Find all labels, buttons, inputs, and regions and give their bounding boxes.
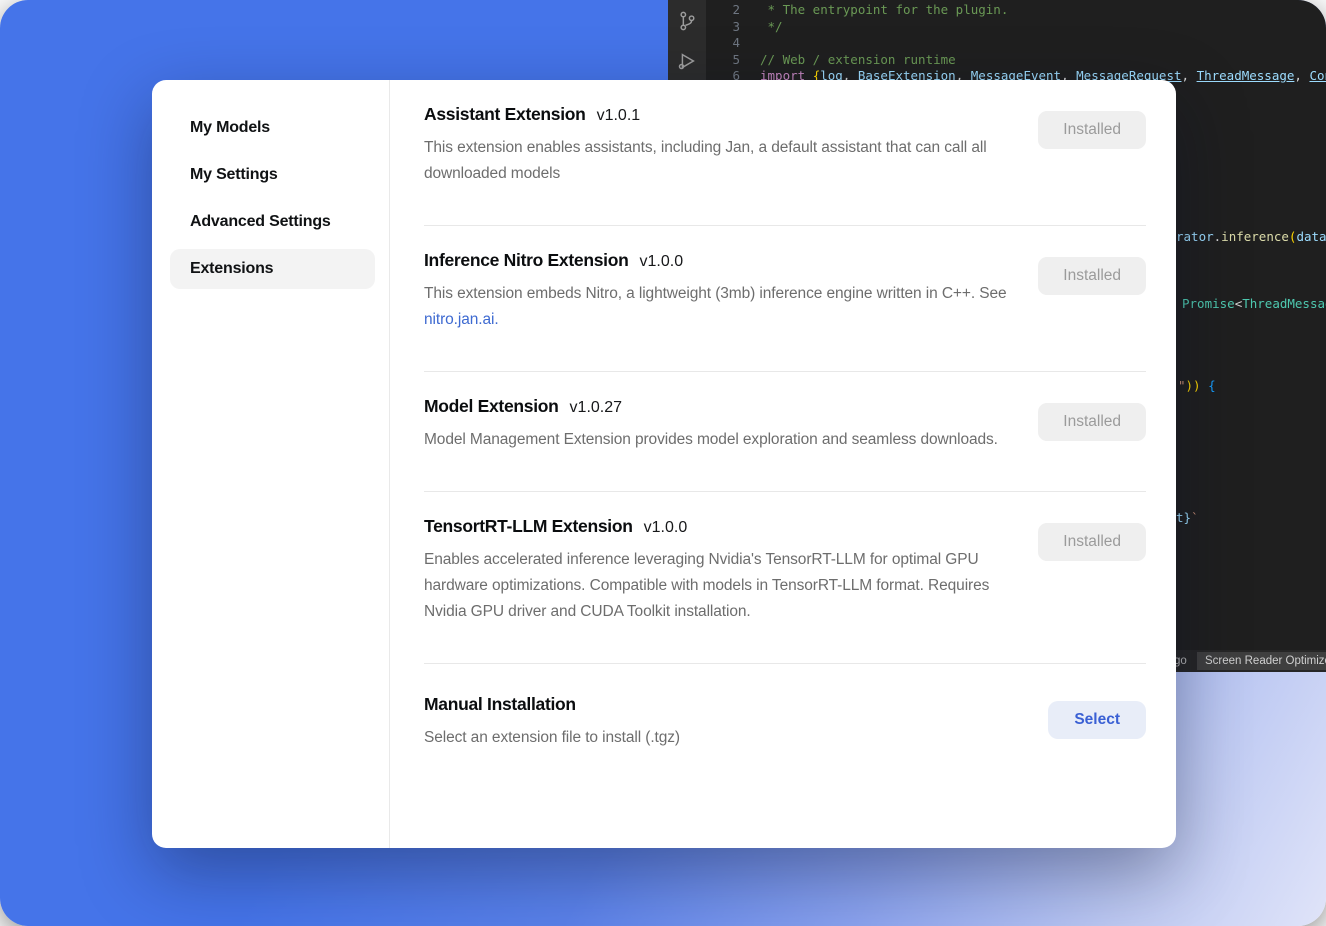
code-token: * The entrypoint for the plugin. (760, 2, 1008, 17)
code-token: , (1294, 68, 1309, 83)
settings-sidebar: My Models My Settings Advanced Settings Ext… (152, 80, 390, 848)
extension-row: Model Extension v1.0.27 Model Management E… (424, 372, 1146, 492)
extension-title-line: Model Extension v1.0.27 (424, 396, 1012, 417)
code-token: " (1178, 378, 1186, 393)
code-token: { (1208, 378, 1216, 393)
code-token (1201, 378, 1209, 393)
select-button[interactable]: Select (1048, 701, 1146, 739)
code-line: 5 // Web / extension runtime (706, 52, 1326, 69)
code-token: Promise (1182, 296, 1235, 311)
description-text: This extension enables assistants, inclu… (424, 139, 987, 182)
description-text: Model Management Extension provides mode… (424, 431, 998, 448)
code-line: 2 * The entrypoint for the plugin. (706, 2, 1326, 19)
line-number: 5 (706, 52, 740, 69)
extension-description: This extension embeds Nitro, a lightweig… (424, 281, 1012, 333)
code-line: 4 (706, 35, 1326, 52)
sidebar-item-my-settings[interactable]: My Settings (170, 155, 375, 195)
code-token: , (1182, 68, 1197, 83)
code-text: */ (760, 19, 783, 36)
code-token: rator (1176, 229, 1214, 244)
extension-title-line: Inference Nitro Extension v1.0.0 (424, 250, 1012, 271)
extension-row: Manual Installation Select an extension f… (424, 664, 1146, 789)
code-fragment: rator.inference(data)); (1176, 229, 1326, 244)
extension-title-line: Manual Installation (424, 694, 1012, 715)
sidebar-item-advanced-settings[interactable]: Advanced Settings (170, 202, 375, 242)
code-text: // Web / extension runtime (760, 52, 956, 69)
extension-info: Model Extension v1.0.27 Model Management E… (424, 396, 1012, 453)
extension-description: This extension enables assistants, inclu… (424, 135, 1012, 187)
code-token: inference (1221, 229, 1289, 244)
code-token: ContentType (1309, 68, 1326, 83)
extension-description: Model Management Extension provides mode… (424, 427, 1012, 453)
extension-name: Model Extension (424, 396, 559, 417)
sidebar-item-extensions[interactable]: Extensions (170, 249, 375, 289)
line-number: 2 (706, 2, 740, 19)
line-number: 4 (706, 35, 740, 52)
extension-description: Select an extension file to install (.tg… (424, 725, 1012, 751)
code-fragment: Promise<ThreadMessage> (1182, 296, 1326, 311)
code-token: // Web / extension runtime (760, 52, 956, 67)
line-number: 3 (706, 19, 740, 36)
code-token: t} (1176, 510, 1191, 525)
code-token: data (1296, 229, 1326, 244)
extension-info: TensortRT-LLM Extension v1.0.0 Enables acc… (424, 516, 1012, 625)
description-text: Enables accelerated inference leveraging… (424, 551, 989, 620)
extensions-list: Assistant Extension v1.0.1 This extension … (390, 80, 1176, 848)
extension-title-line: Assistant Extension v1.0.1 (424, 104, 1012, 125)
code-token: */ (760, 19, 783, 34)
code-token: ` (1191, 510, 1199, 525)
description-text: Select an extension file to install (.tg… (424, 729, 680, 746)
sidebar-list: My Models My Settings Advanced Settings Ext… (170, 108, 375, 289)
extension-info: Manual Installation Select an extension f… (424, 694, 1012, 751)
code-token: ThreadMessage (1242, 296, 1326, 311)
extension-info: Inference Nitro Extension v1.0.0 This exte… (424, 250, 1012, 333)
run-debug-icon[interactable] (676, 50, 698, 72)
extension-name: Assistant Extension (424, 104, 586, 125)
extension-row: TensortRT-LLM Extension v1.0.0 Enables acc… (424, 492, 1146, 664)
extension-name: TensortRT-LLM Extension (424, 516, 633, 537)
code-fragment: ")) { (1178, 378, 1216, 393)
code-token: ThreadMessage (1197, 68, 1295, 83)
extension-row: Inference Nitro Extension v1.0.0 This exte… (424, 226, 1146, 372)
screen-reader-optimized-chip[interactable]: Screen Reader Optimized (1197, 652, 1326, 670)
code-token: )) (1186, 378, 1201, 393)
extension-version: v1.0.27 (570, 399, 622, 417)
installed-button[interactable]: Installed (1038, 111, 1146, 149)
source-control-icon[interactable] (676, 10, 698, 32)
code-line: 3 */ (706, 19, 1326, 36)
extension-version: v1.0.0 (644, 519, 688, 537)
extension-info: Assistant Extension v1.0.1 This extension … (424, 104, 1012, 187)
code-lines: 2 * The entrypoint for the plugin.3 */45… (706, 2, 1326, 85)
code-text: * The entrypoint for the plugin. (760, 2, 1008, 19)
extension-name: Inference Nitro Extension (424, 250, 629, 271)
extension-version: v1.0.1 (597, 107, 641, 125)
extension-description: Enables accelerated inference leveraging… (424, 547, 1012, 625)
extension-version: v1.0.0 (640, 253, 684, 271)
code-fragment: t}` (1176, 510, 1199, 525)
sidebar-item-my-models[interactable]: My Models (170, 108, 375, 148)
installed-button[interactable]: Installed (1038, 403, 1146, 441)
description-text: This extension embeds Nitro, a lightweig… (424, 285, 1007, 302)
settings-modal: My Models My Settings Advanced Settings Ext… (152, 80, 1176, 848)
installed-button[interactable]: Installed (1038, 523, 1146, 561)
extension-title-line: TensortRT-LLM Extension v1.0.0 (424, 516, 1012, 537)
extension-row: Assistant Extension v1.0.1 This extension … (424, 80, 1146, 226)
extension-name: Manual Installation (424, 694, 576, 715)
installed-button[interactable]: Installed (1038, 257, 1146, 295)
app-window: 2 * The entrypoint for the plugin.3 */45… (0, 0, 1326, 926)
extension-link[interactable]: nitro.jan.ai. (424, 311, 499, 328)
